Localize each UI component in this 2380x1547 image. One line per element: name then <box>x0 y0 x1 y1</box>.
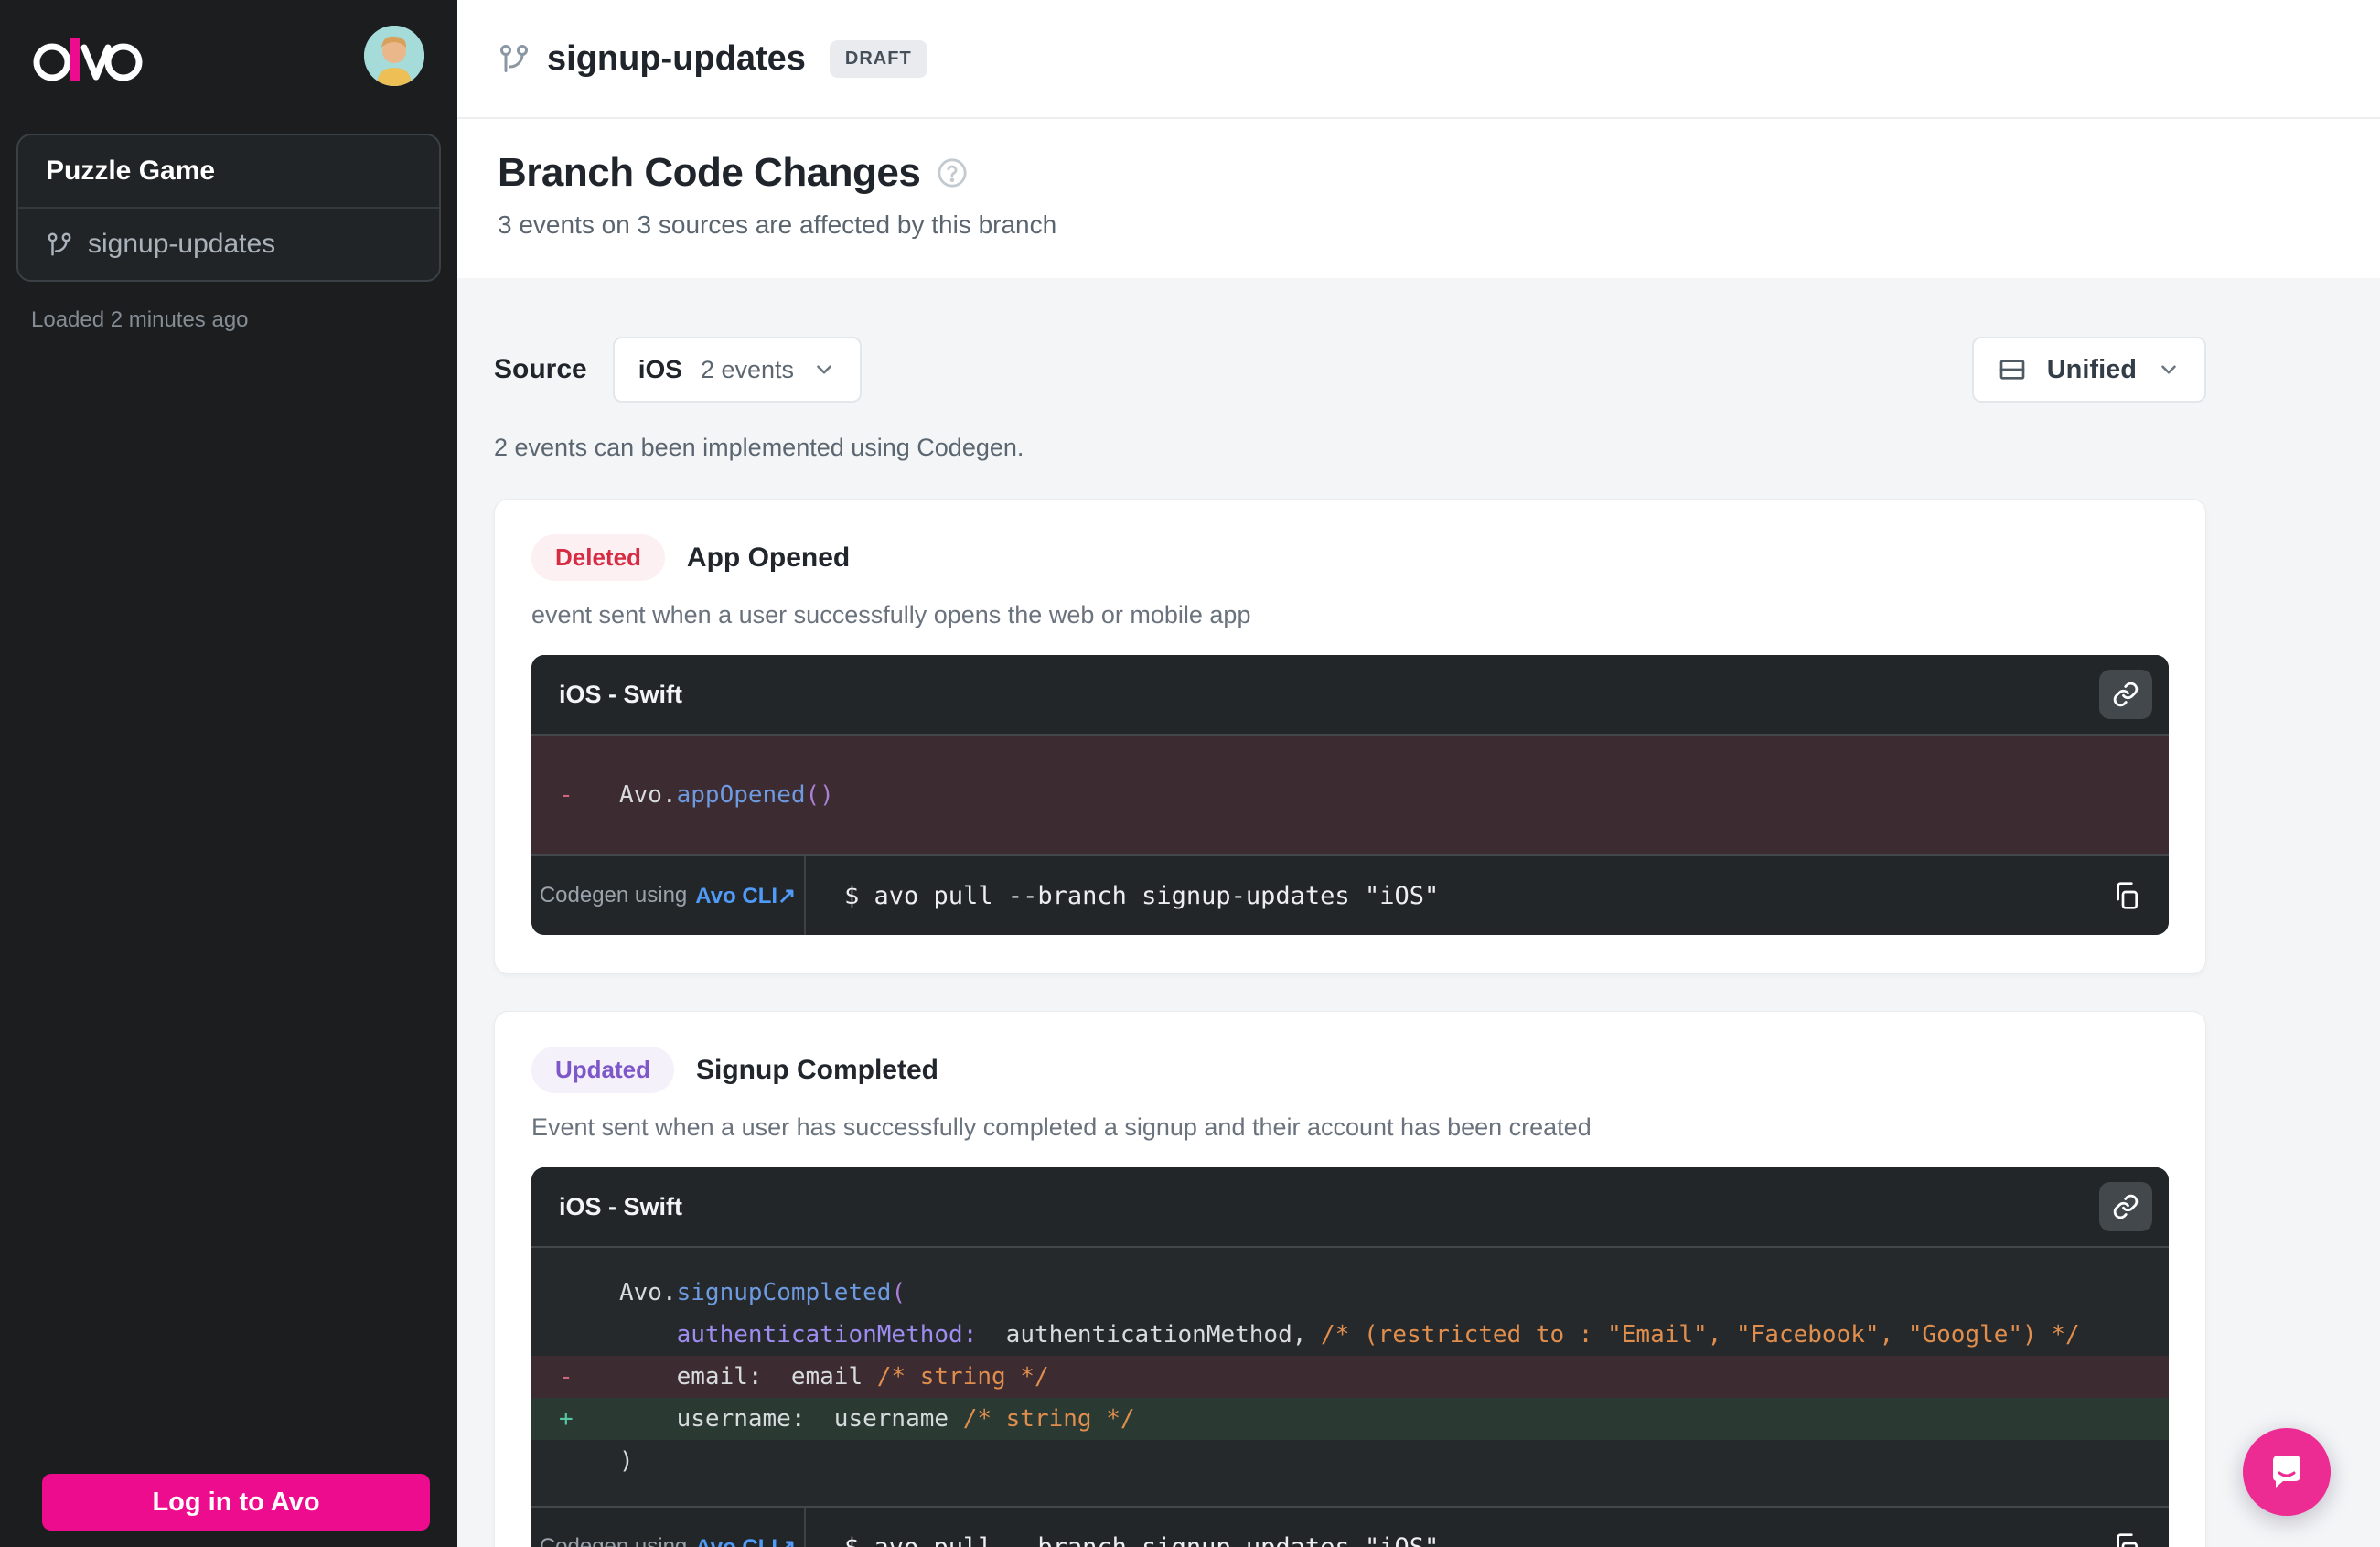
sidebar-header <box>0 0 457 110</box>
codegen-label: Codegen using <box>540 883 687 908</box>
git-branch-icon <box>498 42 531 75</box>
source-label: Source <box>494 354 587 385</box>
chat-launcher-button[interactable] <box>2243 1428 2331 1516</box>
branch-topbar: signup-updates DRAFT <box>457 0 2380 119</box>
change-type-badge: Updated <box>531 1047 674 1093</box>
login-button[interactable]: Log in to Avo <box>42 1474 430 1531</box>
avo-logo <box>31 31 143 86</box>
sidebar-item-project[interactable]: Puzzle Game <box>18 135 439 209</box>
code-line: -Avo.appOpened() <box>531 774 2169 816</box>
code-block: iOS - Swift Avo.signupCompleted( authent… <box>531 1167 2169 1547</box>
content-area: Source iOS 2 events <box>457 278 2380 1547</box>
code-diff: Avo.signupCompleted( authenticationMetho… <box>531 1248 2169 1506</box>
help-icon[interactable] <box>937 157 968 188</box>
controls-row: Source iOS 2 events <box>494 337 2206 403</box>
code-line: authenticationMethod: authenticationMeth… <box>531 1314 2169 1356</box>
sidebar: Puzzle Game signup-updates Loaded 2 minu… <box>0 0 457 1547</box>
user-avatar[interactable] <box>364 26 424 86</box>
codegen-caption: 2 events can been implemented using Code… <box>494 434 2206 462</box>
codegen-label: Codegen using <box>540 1534 687 1547</box>
external-arrow-icon: ↗ <box>777 1535 796 1547</box>
sidebar-item-branch[interactable]: signup-updates <box>18 209 439 280</box>
link-icon[interactable] <box>2099 670 2152 719</box>
git-branch-icon <box>46 231 73 258</box>
code-header: iOS - Swift <box>531 1167 2169 1248</box>
branch-name-label: signup-updates <box>88 229 275 260</box>
page-heading-section: Branch Code Changes 3 events on 3 source… <box>457 119 2380 278</box>
code-language-label: iOS - Swift <box>559 1193 682 1221</box>
code-diff: -Avo.appOpened() <box>531 736 2169 854</box>
project-name-label: Puzzle Game <box>46 156 215 187</box>
source-select[interactable]: iOS 2 events <box>613 337 862 403</box>
codegen-bar: Codegen using Avo CLI↗ $ avo pull --bran… <box>531 1506 2169 1547</box>
event-card-app-opened: Deleted App Opened event sent when a use… <box>494 499 2206 974</box>
view-mode-select[interactable]: Unified <box>1972 337 2206 403</box>
copy-icon[interactable] <box>2085 856 2169 935</box>
code-line: ) <box>531 1440 2169 1482</box>
diff-removed-marker: - <box>559 1356 574 1398</box>
chevron-down-icon <box>812 358 836 381</box>
link-icon[interactable] <box>2099 1182 2152 1231</box>
event-card-signup-completed: Updated Signup Completed Event sent when… <box>494 1011 2206 1547</box>
view-mode-value: Unified <box>2047 355 2137 385</box>
source-event-count: 2 events <box>701 356 794 384</box>
avo-cli-link[interactable]: Avo CLI↗ <box>695 883 796 909</box>
code-line: Avo.signupCompleted( <box>531 1272 2169 1314</box>
code-line: + username: username /* string */ <box>531 1398 2169 1440</box>
chevron-down-icon <box>2157 358 2181 381</box>
event-description: event sent when a user successfully open… <box>531 601 2169 629</box>
code-line: - email: email /* string */ <box>531 1356 2169 1398</box>
avo-cli-link[interactable]: Avo CLI↗ <box>695 1534 796 1547</box>
code-language-label: iOS - Swift <box>559 681 682 709</box>
diff-added-marker: + <box>559 1398 574 1440</box>
event-name: Signup Completed <box>696 1055 938 1086</box>
external-arrow-icon: ↗ <box>777 884 796 908</box>
main-area: signup-updates DRAFT Branch Code Changes… <box>457 0 2380 1547</box>
branch-title: signup-updates <box>547 39 806 79</box>
code-block: iOS - Swift -Avo.appOpened() <box>531 655 2169 935</box>
cli-command: $ avo pull --branch signup-updates "iOS" <box>806 882 2085 910</box>
copy-icon[interactable] <box>2085 1508 2169 1547</box>
app-root: Puzzle Game signup-updates Loaded 2 minu… <box>0 0 2380 1547</box>
change-type-badge: Deleted <box>531 534 665 581</box>
section-title: Branch Code Changes <box>498 150 920 196</box>
project-switcher: Puzzle Game signup-updates <box>16 134 441 282</box>
event-name: App Opened <box>687 543 850 574</box>
cli-command: $ avo pull --branch signup-updates "iOS" <box>806 1533 2085 1547</box>
status-badge: DRAFT <box>830 40 927 78</box>
unified-view-icon <box>1998 355 2027 384</box>
code-header: iOS - Swift <box>531 655 2169 736</box>
diff-removed-marker: - <box>559 774 574 816</box>
event-description: Event sent when a user has successfully … <box>531 1113 2169 1142</box>
loaded-status: Loaded 2 minutes ago <box>31 307 457 333</box>
codegen-bar: Codegen using Avo CLI↗ $ avo pull --bran… <box>531 854 2169 935</box>
section-subtitle: 3 events on 3 sources are affected by th… <box>498 210 2380 240</box>
source-value: iOS <box>638 355 682 384</box>
